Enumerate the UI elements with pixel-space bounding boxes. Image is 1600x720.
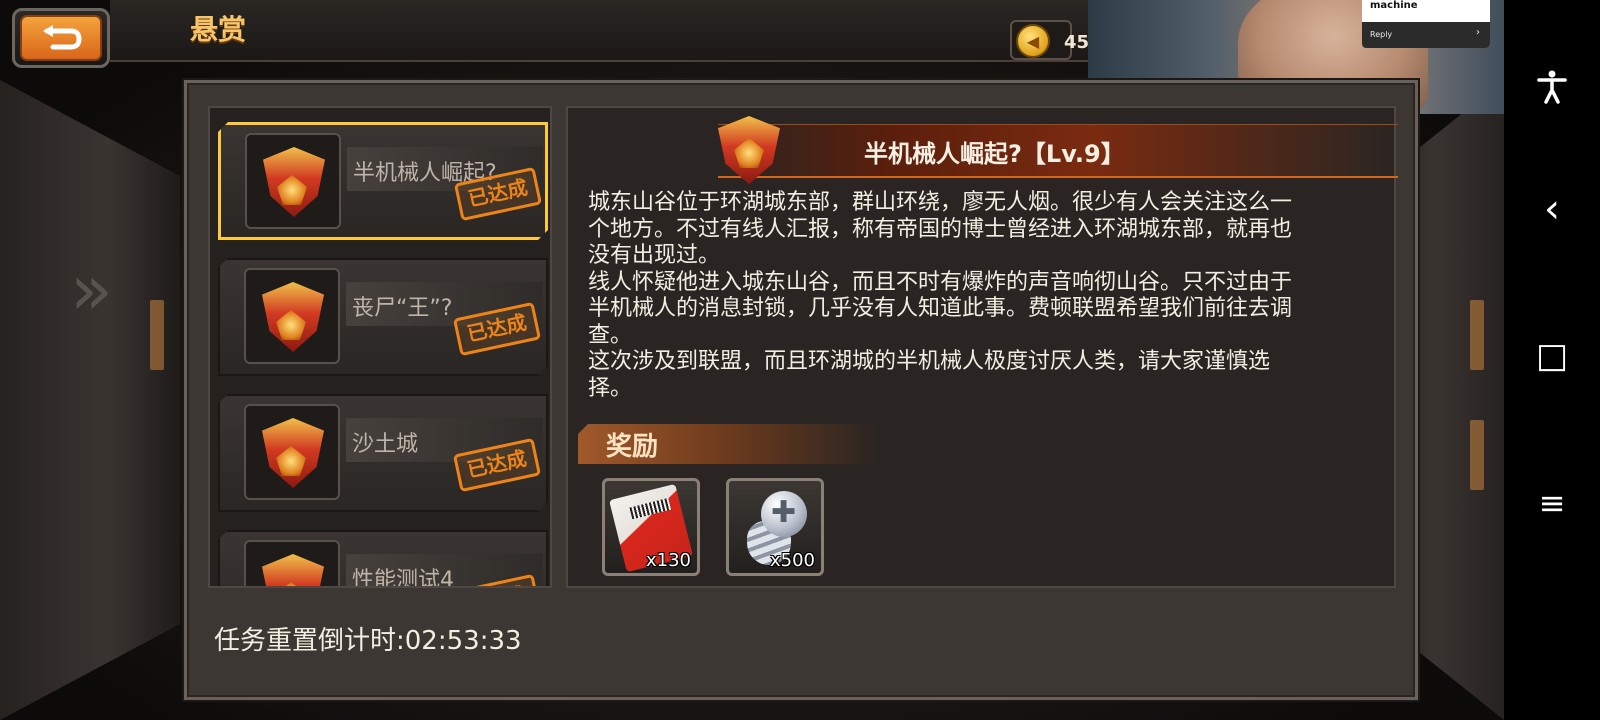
bounty-detail: 半机械人崛起?【Lv.9】 城东山谷位于环湖城东部，群山环绕，廖无人烟。很少有人…: [566, 106, 1398, 588]
description-line: 这次涉及到联盟，而且环湖城的半机械人极度讨厌人类，请大家谨慎选: [588, 349, 1271, 374]
reply-label: Reply: [1370, 30, 1393, 39]
description-line: 择。: [588, 375, 633, 401]
bounty-item[interactable]: 丧尸“王”? 已达成: [218, 258, 548, 376]
bounty-name: 性能测试4: [352, 568, 454, 588]
bounty-item[interactable]: 半机械人崛起? 已达成: [218, 122, 548, 240]
bounty-name: 沙土城: [352, 432, 419, 457]
chevron-right-icon: ›: [1476, 27, 1480, 38]
description-line: 半机械人的消息封锁，几乎没有人知道此事。费顿联盟希望我们前往去调: [588, 296, 1293, 321]
bounty-item[interactable]: 沙土城 已达成: [218, 394, 548, 512]
home-nav-icon[interactable]: □: [1534, 336, 1570, 376]
screw-head: [761, 491, 807, 537]
description-line: 没有出现过。: [588, 243, 721, 268]
coin-value: 45: [1064, 32, 1090, 53]
page-title: 悬赏: [190, 13, 247, 46]
reward-quantity: x130: [645, 550, 691, 571]
background-wall-left: [0, 80, 180, 720]
bounty-icon-frame: [244, 540, 340, 588]
coin-icon: ◀: [1016, 24, 1050, 58]
rank-badge-icon: [262, 554, 324, 588]
description-line: 线人怀疑他进入城东山谷，而且不时有爆炸的声音响彻山谷。只不过由于: [588, 269, 1293, 295]
bounty-description: 城东山谷位于环湖城东部，群山环绕，廖无人烟。很少有人会关注这么一 个地方。不过有…: [588, 190, 1378, 402]
bounty-title: 半机械人崛起?【Lv.9】: [864, 140, 1125, 168]
back-button[interactable]: [12, 8, 110, 68]
back-nav-icon[interactable]: ‹: [1534, 186, 1570, 232]
background-light: [1470, 300, 1484, 370]
bounty-name: 丧尸“王”?: [352, 296, 453, 321]
background-light: [1470, 420, 1484, 490]
comment-text: machine: [1370, 0, 1418, 11]
background-chevron-decoration: »: [70, 249, 113, 331]
reward-quantity: x500: [769, 550, 815, 571]
background-light: [150, 300, 164, 370]
bounty-list[interactable]: 半机械人崛起? 已达成 丧尸“王”? 已达成 沙土城 已达成 性能测试4 已达成: [208, 106, 552, 588]
reward-item[interactable]: x500: [726, 478, 824, 576]
description-line: 查。: [588, 322, 633, 348]
back-arrow-icon: [20, 15, 102, 61]
menu-nav-icon[interactable]: ≡: [1534, 484, 1570, 522]
top-bar: [110, 0, 1110, 62]
description-line: 个地方。不过有线人汇报，称有帝国的博士曾经进入环湖城东部，就再也: [588, 216, 1293, 242]
barcode-stripes: [629, 497, 672, 520]
reward-item[interactable]: x130: [602, 478, 700, 576]
accessibility-icon[interactable]: [1534, 70, 1570, 108]
bounty-item[interactable]: 性能测试4 已达成: [218, 530, 548, 588]
description-line: 城东山谷位于环湖城东部，群山环绕，廖无人烟。很少有人会关注这么一: [588, 190, 1293, 215]
reset-countdown: 任务重置倒计时:02:53:33: [214, 626, 522, 656]
reward-label: 奖励: [606, 432, 659, 462]
